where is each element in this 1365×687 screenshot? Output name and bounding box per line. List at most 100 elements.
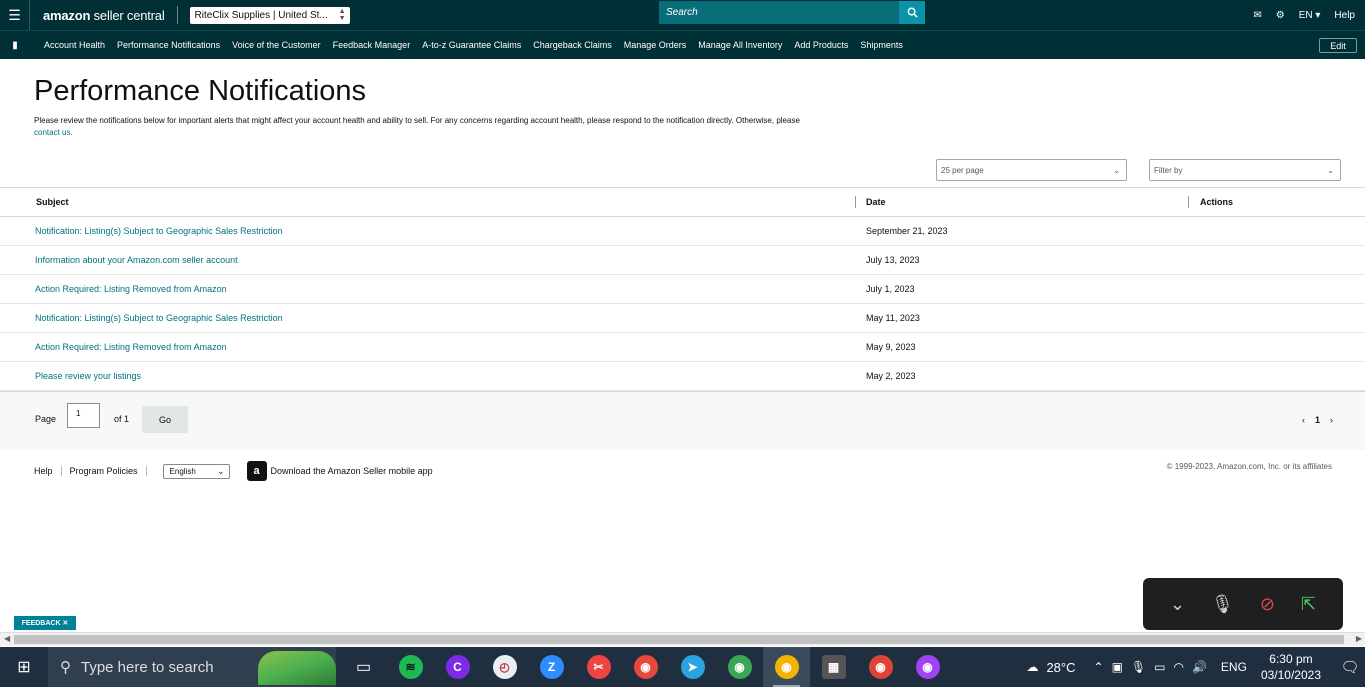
chrome-profile-r-icon[interactable]: ◉ bbox=[904, 647, 951, 687]
chrome-profile-l-icon[interactable]: ◉ bbox=[763, 647, 810, 687]
microphone-icon[interactable]: 🎙 bbox=[1211, 594, 1234, 615]
temperature[interactable]: 28°C bbox=[1046, 660, 1075, 675]
edit-nav-button[interactable]: Edit bbox=[1319, 38, 1357, 53]
spotify-icon[interactable]: ≋ bbox=[387, 647, 434, 687]
notifications-table: Subject Date Actions Notification: Listi… bbox=[0, 187, 1365, 391]
system-tray: ☁ 28°C ⌃ ▣ 🎙 ▭ ◠ 🔊 ENG 6:30 pm 03/10/202… bbox=[1026, 647, 1365, 687]
header-subject[interactable]: Subject bbox=[36, 197, 69, 207]
nav-item-add-products[interactable]: Add Products bbox=[794, 40, 848, 50]
store-selector[interactable]: RiteClix Supplies | United St... ▲ ▼ bbox=[189, 6, 350, 24]
taskbar-search-placeholder: Type here to search bbox=[81, 658, 214, 676]
system-clock[interactable]: 6:30 pm 03/10/2023 bbox=[1261, 651, 1321, 683]
table-row: Information about your Amazon.com seller… bbox=[0, 246, 1365, 275]
scroll-right-icon[interactable]: ▶ bbox=[1356, 634, 1362, 643]
zoom-icon[interactable]: Z bbox=[528, 647, 575, 687]
mail-icon[interactable]: ✉ bbox=[1253, 10, 1261, 21]
volume-icon[interactable]: 🔊 bbox=[1192, 660, 1207, 674]
clock-date: 03/10/2023 bbox=[1260, 668, 1321, 682]
nav-item-voice-of-customer[interactable]: Voice of the Customer bbox=[232, 40, 321, 50]
clock-time: 6:30 pm bbox=[1269, 652, 1313, 666]
taskbar-search[interactable]: ⚲ Type here to search bbox=[48, 647, 336, 687]
seller-central-logo[interactable]: amazon seller central bbox=[43, 8, 165, 23]
bookmark-icon[interactable]: ▮ bbox=[0, 40, 30, 51]
per-page-select[interactable]: 25 per page ⌄ bbox=[936, 159, 1127, 181]
amazon-app-icon[interactable]: a bbox=[246, 461, 267, 481]
chevron-right-icon[interactable]: › bbox=[1330, 415, 1333, 425]
contact-us-link[interactable]: contact us. bbox=[34, 128, 73, 137]
windows-start-icon[interactable]: ⊞ bbox=[0, 657, 48, 677]
current-page-number[interactable]: 1 bbox=[1315, 415, 1320, 425]
nav-item-chargeback-claims[interactable]: Chargeback Claims bbox=[533, 40, 612, 50]
calculator-icon[interactable]: ▦ bbox=[810, 647, 857, 687]
feedback-tab[interactable]: FEEDBACK ✕ bbox=[14, 616, 76, 630]
chrome-profile-s-icon[interactable]: ◉ bbox=[857, 647, 904, 687]
filter-select[interactable]: Filter by ⌄ bbox=[1149, 159, 1341, 181]
per-page-value: 25 per page bbox=[941, 165, 984, 175]
clock-app-icon[interactable]: ◴ bbox=[481, 647, 528, 687]
scrollbar-thumb[interactable] bbox=[14, 635, 1344, 644]
help-link[interactable]: Help bbox=[1334, 10, 1355, 21]
call-control-widget: ⌄ 🎙 ⊘ ⇱ bbox=[1143, 578, 1343, 630]
notification-date: May 9, 2023 bbox=[866, 342, 916, 352]
search-button[interactable] bbox=[899, 1, 925, 24]
search-bar bbox=[659, 1, 925, 24]
description-text: Please review the notifications below fo… bbox=[34, 116, 800, 125]
chevron-left-icon[interactable]: ‹ bbox=[1302, 415, 1305, 425]
page-number-input[interactable]: 1 bbox=[67, 403, 100, 428]
notification-icon[interactable]: 🗨 bbox=[1335, 658, 1365, 676]
chrome-icon[interactable]: ◉ bbox=[622, 647, 669, 687]
header-date[interactable]: Date bbox=[866, 197, 886, 207]
table-row: Action Required: Listing Removed from Am… bbox=[0, 275, 1365, 304]
column-divider bbox=[1188, 196, 1189, 208]
microphone-icon[interactable]: 🎙 bbox=[1131, 660, 1146, 674]
notification-subject-link[interactable]: Notification: Listing(s) Subject to Geog… bbox=[35, 226, 283, 236]
nav-item-manage-inventory[interactable]: Manage All Inventory bbox=[698, 40, 782, 50]
gear-icon[interactable]: ⚙ bbox=[1276, 10, 1285, 21]
nav-item-performance-notifications[interactable]: Performance Notifications bbox=[117, 40, 220, 50]
telegram-icon[interactable]: ➤ bbox=[669, 647, 716, 687]
weather-icon[interactable]: ☁ bbox=[1026, 660, 1038, 674]
notification-subject-link[interactable]: Please review your listings bbox=[35, 371, 141, 381]
pagination-bar: Page 1 of 1 Go ‹ 1 › bbox=[0, 391, 1365, 450]
nav-item-shipments[interactable]: Shipments bbox=[860, 40, 903, 50]
go-button[interactable]: Go bbox=[142, 406, 188, 433]
task-view-icon[interactable]: ▭ bbox=[340, 647, 387, 687]
search-icon bbox=[907, 7, 918, 18]
header-actions: Actions bbox=[1200, 197, 1234, 207]
logo-brand: amazon bbox=[43, 7, 91, 23]
scroll-left-icon[interactable]: ◀ bbox=[4, 634, 10, 643]
chevron-up-icon[interactable]: ⌃ bbox=[1094, 660, 1104, 674]
chevron-down-icon: ⌄ bbox=[1327, 166, 1334, 175]
footer-policies-link[interactable]: Program Policies bbox=[70, 466, 147, 476]
nav-item-account-health[interactable]: Account Health bbox=[44, 40, 105, 50]
filter-placeholder: Filter by bbox=[1154, 165, 1183, 175]
camera-off-icon[interactable]: ⊘ bbox=[1260, 594, 1275, 615]
search-input[interactable] bbox=[659, 1, 899, 24]
notification-subject-link[interactable]: Action Required: Listing Removed from Am… bbox=[35, 284, 227, 294]
meet-icon[interactable]: ▣ bbox=[1112, 660, 1123, 674]
notification-subject-link[interactable]: Action Required: Listing Removed from Am… bbox=[35, 342, 227, 352]
notification-subject-link[interactable]: Information about your Amazon.com seller… bbox=[35, 255, 238, 265]
chrome-profile-m-icon[interactable]: ◉ bbox=[716, 647, 763, 687]
mobile-app-link[interactable]: Download the Amazon Seller mobile app bbox=[271, 466, 433, 476]
battery-icon[interactable]: ▭ bbox=[1154, 660, 1165, 674]
page-description: Please review the notifications below fo… bbox=[34, 115, 884, 139]
chevron-down-icon[interactable]: ⌄ bbox=[1170, 594, 1185, 615]
table-row: Action Required: Listing Removed from Am… bbox=[0, 333, 1365, 362]
footer-help-link[interactable]: Help bbox=[34, 466, 62, 476]
horizontal-scrollbar[interactable]: ◀ ▶ bbox=[0, 632, 1365, 646]
share-external-icon[interactable]: ⇱ bbox=[1301, 594, 1316, 615]
nav-item-a-to-z-claims[interactable]: A-to-z Guarantee Claims bbox=[422, 40, 521, 50]
search-highlight-image bbox=[258, 651, 336, 685]
language-selector[interactable]: EN ▾ bbox=[1299, 10, 1321, 21]
snipping-tool-icon[interactable]: ✂ bbox=[575, 647, 622, 687]
nav-item-manage-orders[interactable]: Manage Orders bbox=[624, 40, 687, 50]
notification-subject-link[interactable]: Notification: Listing(s) Subject to Geog… bbox=[35, 313, 283, 323]
nav-items: Account Health Performance Notifications… bbox=[44, 40, 903, 50]
wifi-icon[interactable]: ◠ bbox=[1173, 660, 1183, 674]
canva-icon[interactable]: C bbox=[434, 647, 481, 687]
footer-language-select[interactable]: English ⌄ bbox=[162, 463, 230, 479]
input-language[interactable]: ENG bbox=[1221, 660, 1247, 674]
nav-item-feedback-manager[interactable]: Feedback Manager bbox=[333, 40, 411, 50]
menu-icon[interactable]: ☰ bbox=[0, 0, 30, 30]
